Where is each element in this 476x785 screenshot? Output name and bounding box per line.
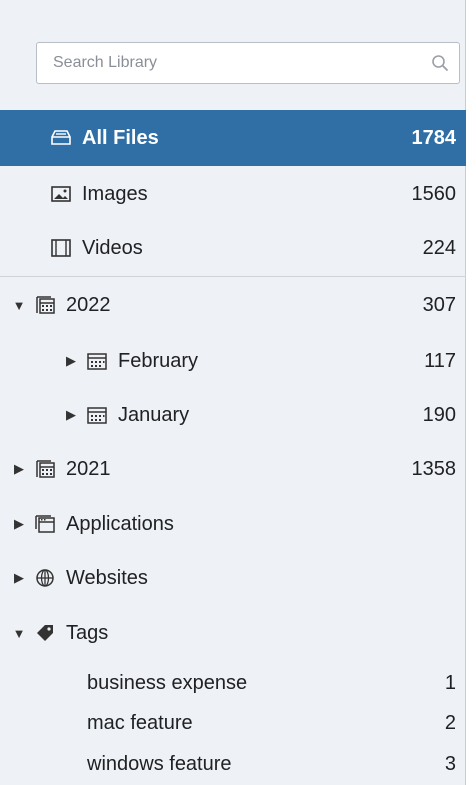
chevron-right-icon[interactable]: ▶: [12, 516, 26, 532]
calendar-stack-icon: [36, 460, 55, 478]
websites-item[interactable]: ▶ Websites: [0, 550, 466, 606]
calendar-icon: [87, 353, 107, 370]
year-count: 307: [422, 293, 456, 316]
month-count: 117: [424, 349, 456, 372]
globe-icon: [36, 569, 54, 587]
tag-count: 2: [444, 711, 456, 734]
images-item[interactable]: Images 1560: [0, 166, 466, 222]
year-2021-item[interactable]: ▶ 2021 1358: [0, 441, 466, 497]
applications-item[interactable]: ▶ Applications: [0, 496, 466, 552]
tag-label: business expense: [87, 671, 248, 694]
videos-count: 224: [422, 236, 456, 259]
search-icon[interactable]: [431, 54, 449, 72]
all-files-label: All Files: [82, 126, 159, 149]
application-window-icon: [35, 515, 55, 533]
month-january-item[interactable]: ▶ January 190: [0, 387, 466, 443]
search-box: [36, 42, 460, 84]
all-files-count: 1784: [411, 126, 457, 149]
search-input[interactable]: [51, 53, 431, 73]
month-label: January: [118, 403, 190, 426]
tags-label: Tags: [66, 621, 109, 644]
videos-label: Videos: [82, 236, 143, 259]
chevron-down-icon[interactable]: ▼: [12, 298, 26, 313]
tag-icon: [37, 625, 53, 641]
calendar-icon: [87, 407, 107, 424]
stack-files-icon: [51, 130, 71, 145]
year-label: 2022: [66, 293, 111, 316]
year-count: 1358: [411, 457, 457, 480]
applications-label: Applications: [66, 512, 174, 535]
image-icon: [51, 186, 71, 202]
tag-item[interactable]: mac feature 2: [0, 707, 466, 739]
tag-item[interactable]: business expense 1: [0, 667, 466, 699]
chevron-right-icon[interactable]: ▶: [64, 407, 78, 423]
tags-item[interactable]: ▼ Tags: [0, 605, 466, 661]
calendar-stack-icon: [36, 296, 55, 314]
websites-label: Websites: [66, 566, 148, 589]
month-count: 190: [422, 403, 456, 426]
chevron-right-icon[interactable]: ▶: [12, 461, 26, 477]
all-files-item[interactable]: All Files 1784: [0, 110, 466, 166]
month-label: February: [118, 349, 199, 372]
chevron-down-icon[interactable]: ▼: [12, 626, 26, 641]
chevron-right-icon[interactable]: ▶: [64, 353, 78, 369]
year-label: 2021: [66, 457, 111, 480]
tag-label: windows feature: [87, 752, 232, 775]
month-february-item[interactable]: ▶ February 117: [0, 333, 466, 389]
film-icon: [51, 239, 71, 257]
tag-label: mac feature: [87, 711, 193, 734]
tag-count: 1: [444, 671, 456, 694]
images-label: Images: [82, 182, 148, 205]
chevron-right-icon[interactable]: ▶: [12, 570, 26, 586]
tag-item[interactable]: windows feature 3: [0, 748, 466, 780]
images-count: 1560: [411, 182, 457, 205]
library-sidebar: All Files 1784 Images 1560 Videos 224 ▼: [0, 0, 466, 785]
videos-item[interactable]: Videos 224: [0, 220, 466, 276]
year-2022-item[interactable]: ▼ 2022 307: [0, 277, 466, 333]
tag-count: 3: [444, 752, 456, 775]
